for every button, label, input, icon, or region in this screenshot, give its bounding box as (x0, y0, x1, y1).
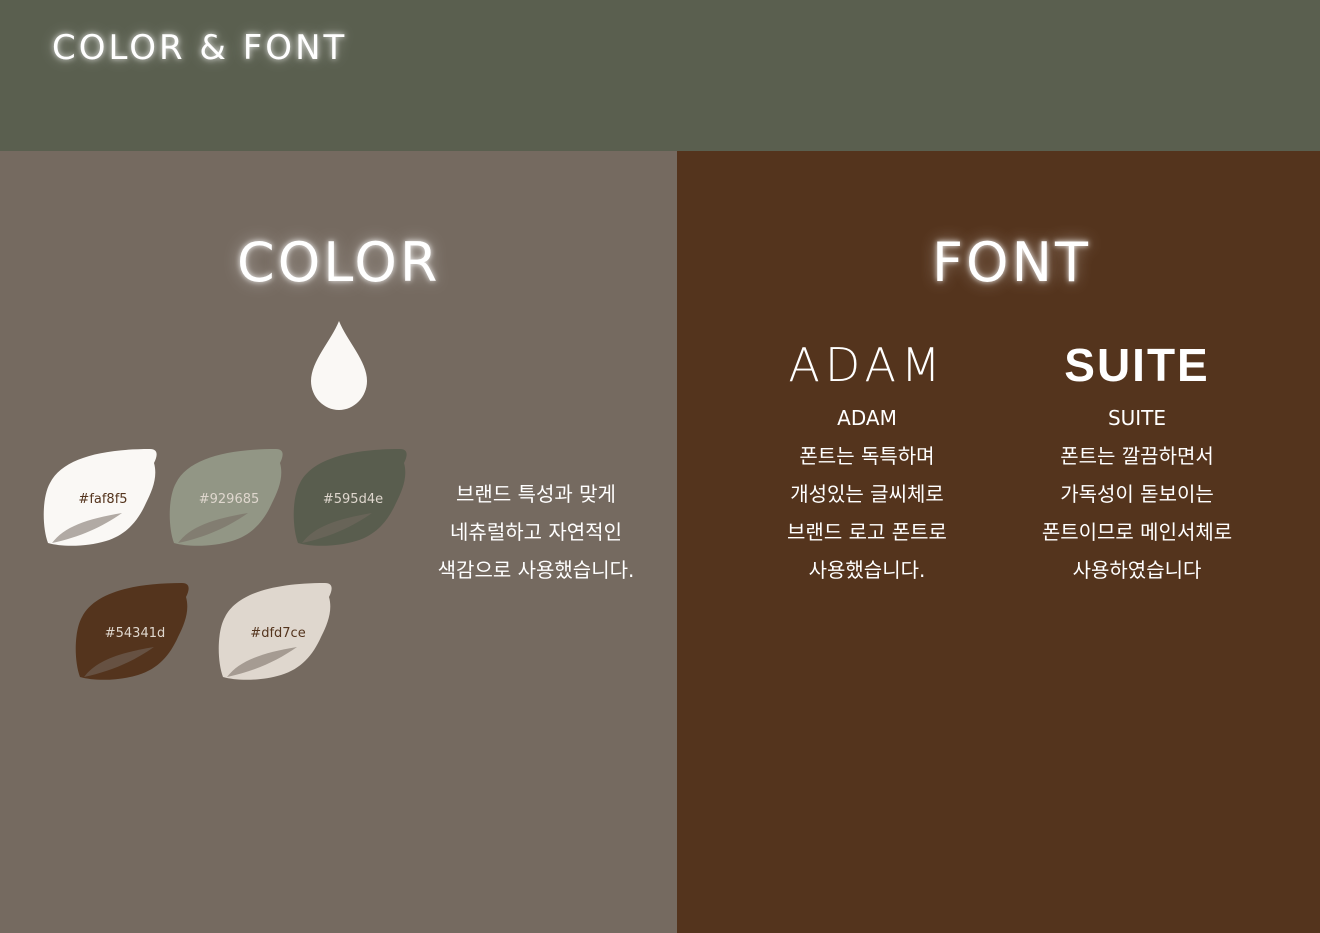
color-section-title: COLOR (237, 231, 441, 294)
font-description-line: 사용했습니다. (808, 558, 926, 582)
swatch-leaf: #595d4e (290, 447, 410, 551)
font-name-small: SUITE (1107, 406, 1167, 430)
font-description-line: 사용하였습니다 (1072, 558, 1202, 582)
color-panel: COLOR #faf8f5 #929685 #595d4e #54341d #d… (0, 151, 677, 933)
color-description-line: 브랜드 특성과 맞게 (456, 482, 616, 506)
font-section-title: FONT (932, 231, 1091, 294)
swatch-leaf: #faf8f5 (40, 447, 160, 551)
swatch-leaf: #dfd7ce (215, 581, 335, 685)
font-description-line: 브랜드 로고 폰트로 (787, 520, 947, 544)
color-description-line: 색감으로 사용했습니다. (437, 558, 635, 582)
font-description-line: 폰트는 깔끔하면서 (1060, 444, 1214, 468)
font-description-line: 폰트이므로 메인서체로 (1041, 520, 1233, 544)
font-name-large: ADAM (788, 338, 946, 392)
font-name-large: SUITE (1064, 339, 1210, 391)
swatch-hex-label: #dfd7ce (250, 625, 306, 641)
font-description: 폰트는 깔끔하면서 가독성이 돋보이는 폰트이므로 메인서체로 사용하였습니다 (1022, 437, 1252, 589)
font-description-line: 가독성이 돋보이는 (1060, 482, 1214, 506)
swatch-leaf: #54341d (72, 581, 192, 685)
color-description: 브랜드 특성과 맞게 네츄럴하고 자연적인 색감으로 사용했습니다. (406, 475, 666, 589)
font-card-adam: ADAM ADAM 폰트는 독특하며 개성있는 글씨체로 브랜드 로고 폰트로 … (767, 335, 967, 589)
font-panel: FONT ADAM ADAM 폰트는 독특하며 개성있는 글씨체로 브랜드 로고… (677, 151, 1320, 933)
font-card-suite: SUITE SUITE 폰트는 깔끔하면서 가독성이 돋보이는 폰트이므로 메인… (1022, 335, 1252, 589)
font-description-line: 개성있는 글씨체로 (790, 482, 944, 506)
page-title: COLOR & FONT (52, 28, 348, 68)
swatch-hex-label: #faf8f5 (78, 491, 128, 507)
font-name-small: ADAM (837, 406, 897, 430)
header-bar: COLOR & FONT (0, 0, 1320, 151)
color-description-line: 네츄럴하고 자연적인 (450, 520, 622, 544)
swatch-hex-label: #929685 (198, 491, 260, 507)
swatch-leaf: #929685 (166, 447, 286, 551)
swatch-hex-label: #595d4e (322, 491, 384, 507)
swatch-hex-label: #54341d (104, 625, 166, 641)
font-description: 폰트는 독특하며 개성있는 글씨체로 브랜드 로고 폰트로 사용했습니다. (767, 437, 967, 589)
drop-icon (311, 321, 367, 415)
font-description-line: 폰트는 독특하며 (799, 444, 935, 468)
